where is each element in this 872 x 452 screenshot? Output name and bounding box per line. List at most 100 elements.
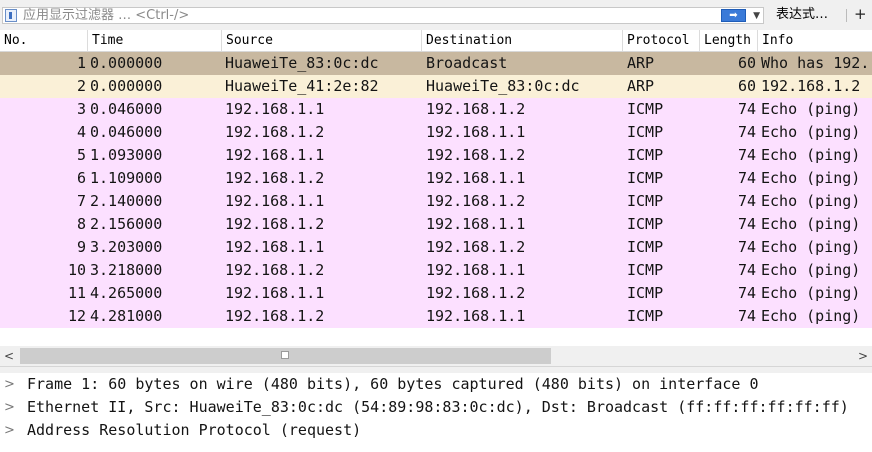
display-filter-input[interactable]: 应用显示过滤器 … <Ctrl-/> ➡ ▼ — [2, 7, 764, 24]
packet-source: HuaweiTe_83:0c:dc — [225, 54, 379, 72]
scrollbar-grip — [281, 351, 289, 359]
packet-info: Echo (ping) — [761, 238, 861, 256]
packet-no: 11 — [67, 284, 86, 302]
packet-info: Echo (ping) — [761, 169, 861, 187]
packet-destination: 192.168.1.1 — [426, 215, 526, 233]
packet-destination: 192.168.1.1 — [426, 123, 526, 141]
packet-time: 3.218000 — [90, 261, 163, 279]
packet-no: 5 — [76, 146, 86, 164]
packet-time: 3.203000 — [90, 238, 163, 256]
packet-info: Echo (ping) — [761, 215, 861, 233]
packet-info: Echo (ping) — [761, 261, 861, 279]
packet-destination: 192.168.1.1 — [426, 261, 526, 279]
packet-source: 192.168.1.2 — [225, 261, 325, 279]
packet-source: 192.168.1.1 — [225, 238, 325, 256]
packet-time: 0.046000 — [90, 100, 163, 118]
add-filter-button[interactable]: + — [854, 5, 867, 23]
packet-length: 74 — [737, 146, 756, 164]
packet-length: 60 — [737, 77, 756, 95]
packet-row[interactable]: 7 2.140000 192.168.1.1 192.168.1.2 ICMP 74 Ech… — [0, 190, 872, 213]
chevron-left-icon[interactable]: < — [0, 346, 18, 366]
detail-tree-item[interactable]: > Ethernet II, Src: HuaweiTe_83:0c:dc (54… — [0, 396, 872, 419]
packet-destination: 192.168.1.2 — [426, 192, 526, 210]
chevron-right-icon[interactable]: > — [4, 419, 18, 442]
packet-time: 1.109000 — [90, 169, 163, 187]
detail-text: Ethernet II, Src: HuaweiTe_83:0c:dc (54:… — [27, 398, 849, 416]
packet-info: Echo (ping) — [761, 192, 861, 210]
bookmark-icon[interactable] — [5, 9, 17, 22]
detail-text: Address Resolution Protocol (request) — [27, 421, 362, 439]
packet-source: 192.168.1.1 — [225, 146, 325, 164]
filter-history-dropdown[interactable]: ▼ — [753, 8, 760, 24]
packet-info: Echo (ping) — [761, 146, 861, 164]
packet-destination: Broadcast — [426, 54, 508, 72]
column-header-no[interactable]: No. — [0, 30, 88, 51]
packet-row[interactable]: 3 0.046000 192.168.1.1 192.168.1.2 ICMP 74 Ech… — [0, 98, 872, 121]
packet-source: 192.168.1.2 — [225, 123, 325, 141]
packet-time: 1.093000 — [90, 146, 163, 164]
packet-no: 2 — [76, 77, 86, 95]
packet-no: 6 — [76, 169, 86, 187]
packet-protocol: ICMP — [627, 284, 664, 302]
packet-source: 192.168.1.1 — [225, 284, 325, 302]
expression-button[interactable]: 表达式… — [776, 7, 828, 23]
packet-time: 2.156000 — [90, 215, 163, 233]
packet-row[interactable]: 11 4.265000 192.168.1.1 192.168.1.2 ICMP 74 Ec… — [0, 282, 872, 305]
packet-row[interactable]: 4 0.046000 192.168.1.2 192.168.1.1 ICMP 74 Ech… — [0, 121, 872, 144]
packet-time: 4.281000 — [90, 307, 163, 325]
packet-destination: HuaweiTe_83:0c:dc — [426, 77, 580, 95]
packet-destination: 192.168.1.1 — [426, 169, 526, 187]
packet-protocol: ARP — [627, 77, 655, 95]
apply-filter-button[interactable]: ➡ — [721, 9, 746, 22]
packet-row[interactable]: 8 2.156000 192.168.1.2 192.168.1.1 ICMP 74 Ech… — [0, 213, 872, 236]
column-header-time[interactable]: Time — [88, 30, 222, 51]
packet-length: 60 — [737, 54, 756, 72]
packet-row[interactable]: 5 1.093000 192.168.1.1 192.168.1.2 ICMP 74 Ech… — [0, 144, 872, 167]
packet-no: 3 — [76, 100, 86, 118]
packet-protocol: ICMP — [627, 261, 664, 279]
packet-destination: 192.168.1.2 — [426, 284, 526, 302]
packet-protocol: ICMP — [627, 192, 664, 210]
packet-no: 9 — [76, 238, 86, 256]
packet-destination: 192.168.1.2 — [426, 238, 526, 256]
toolbar-separator — [846, 9, 847, 22]
packet-row[interactable]: 6 1.109000 192.168.1.2 192.168.1.1 ICMP 74 Ech… — [0, 167, 872, 190]
packet-length: 74 — [737, 100, 756, 118]
chevron-right-icon[interactable]: > — [854, 346, 872, 366]
detail-tree-item[interactable]: > Address Resolution Protocol (request) — [0, 419, 872, 442]
pane-splitter[interactable] — [0, 366, 872, 373]
packet-row[interactable]: 10 3.218000 192.168.1.2 192.168.1.1 ICMP 74 Ec… — [0, 259, 872, 282]
detail-tree-item[interactable]: > Frame 1: 60 bytes on wire (480 bits), 6… — [0, 373, 872, 396]
packet-source: 192.168.1.2 — [225, 215, 325, 233]
packet-length: 74 — [737, 261, 756, 279]
packet-protocol: ICMP — [627, 307, 664, 325]
packet-row[interactable]: 2 0.000000 HuaweiTe_41:2e:82 HuaweiTe_83:0c… — [0, 75, 872, 98]
packet-source: 192.168.1.1 — [225, 192, 325, 210]
packet-protocol: ICMP — [627, 146, 664, 164]
horizontal-scrollbar[interactable]: < > — [0, 346, 872, 366]
packet-source: HuaweiTe_41:2e:82 — [225, 77, 379, 95]
packet-info: 192.168.1.2 — [761, 77, 861, 95]
column-header-destination[interactable]: Destination — [422, 30, 623, 51]
packet-time: 0.000000 — [90, 77, 163, 95]
packet-time: 0.046000 — [90, 123, 163, 141]
packet-source: 192.168.1.1 — [225, 100, 325, 118]
packet-list-header: No. Time Source Destination Protocol Len… — [0, 30, 872, 52]
chevron-right-icon[interactable]: > — [4, 373, 18, 396]
packet-protocol: ICMP — [627, 215, 664, 233]
packet-no: 12 — [67, 307, 86, 325]
packet-info: Echo (ping) — [761, 123, 861, 141]
chevron-down-icon: ▼ — [753, 11, 760, 21]
column-header-protocol[interactable]: Protocol — [623, 30, 700, 51]
packet-row[interactable]: 9 3.203000 192.168.1.1 192.168.1.2 ICMP 74 Ech… — [0, 236, 872, 259]
packet-length: 74 — [737, 123, 756, 141]
column-header-source[interactable]: Source — [222, 30, 422, 51]
column-header-length[interactable]: Length — [700, 30, 758, 51]
chevron-right-icon[interactable]: > — [4, 396, 18, 419]
display-filter-toolbar: 应用显示过滤器 … <Ctrl-/> ➡ ▼ 表达式… + — [0, 0, 872, 30]
packet-row[interactable]: 1 0.000000 HuaweiTe_83:0c:dc Broadcast ARP 60… — [0, 52, 872, 75]
packet-row[interactable]: 12 4.281000 192.168.1.2 192.168.1.1 ICMP 74 Ec… — [0, 305, 872, 328]
packet-no: 10 — [67, 261, 86, 279]
detail-text: Frame 1: 60 bytes on wire (480 bits), 60… — [27, 375, 759, 393]
column-header-info[interactable]: Info — [758, 30, 872, 51]
